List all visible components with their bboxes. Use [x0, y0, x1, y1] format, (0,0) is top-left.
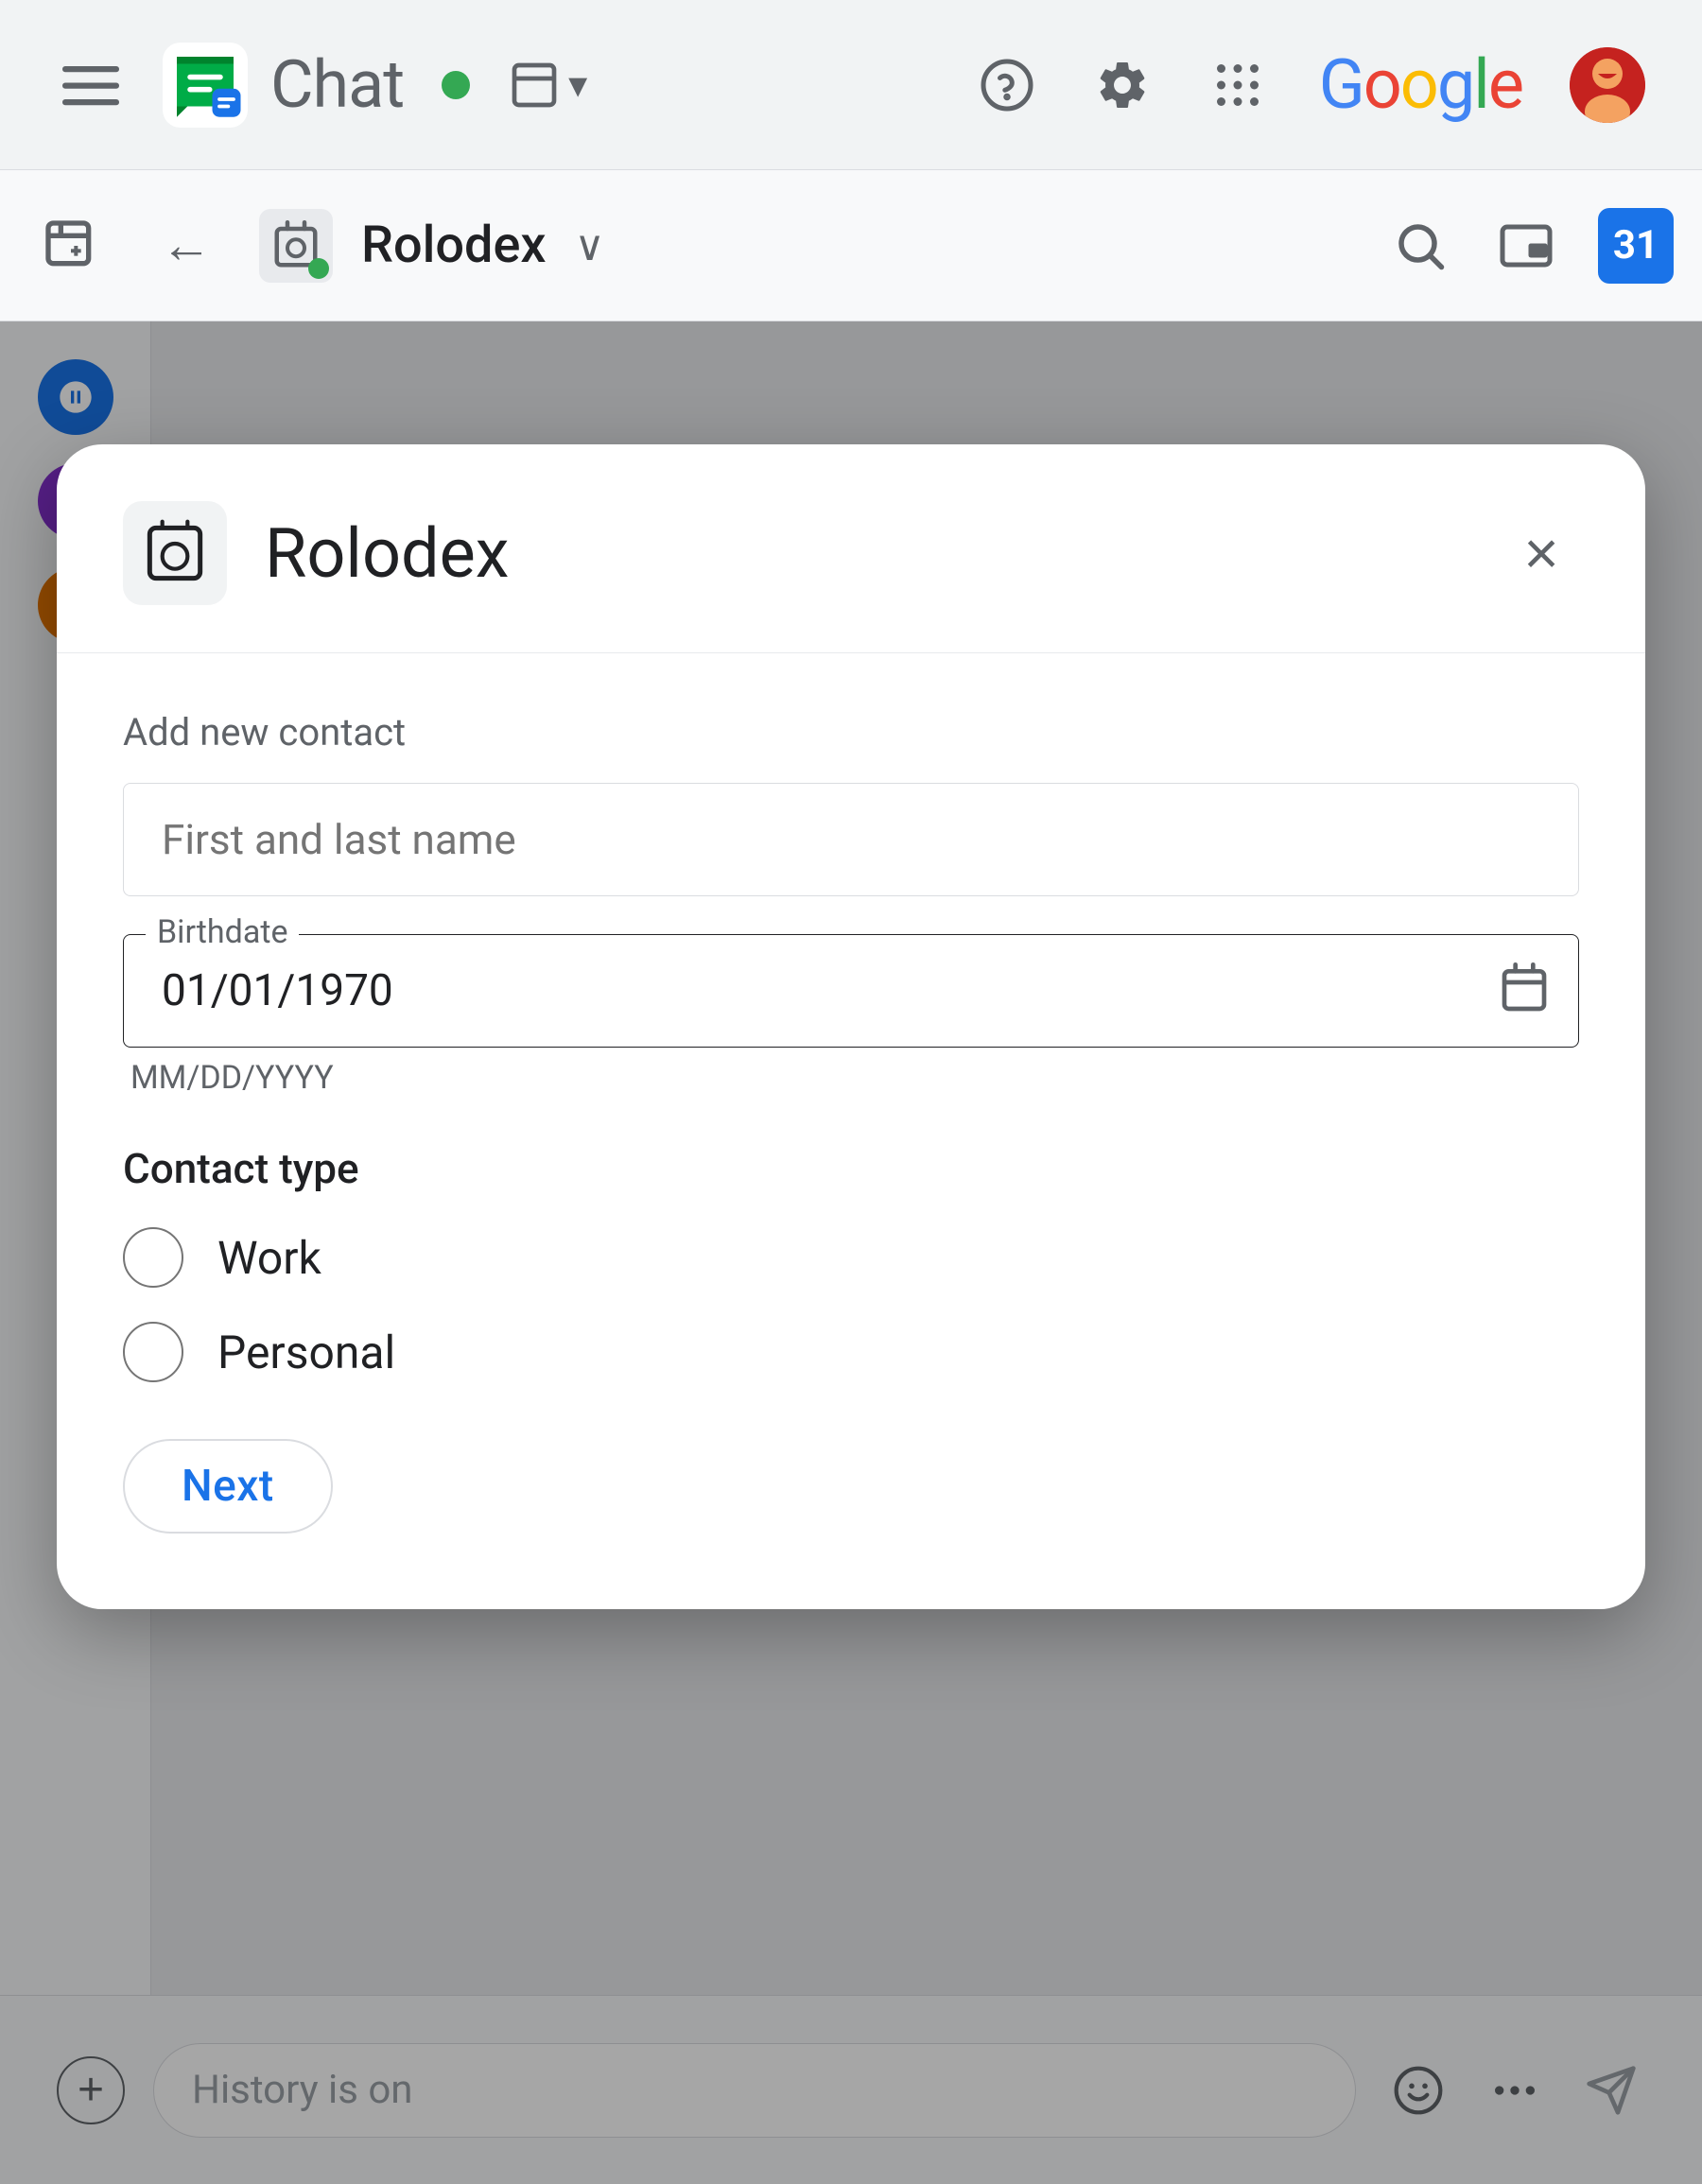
modal-overlay: Rolodex × Add new contact Birthdate: [0, 321, 1702, 2184]
calendar-badge[interactable]: 31: [1598, 208, 1674, 284]
radio-work[interactable]: Work: [123, 1227, 1579, 1288]
radio-personal-circle[interactable]: [123, 1322, 183, 1382]
rolodex-header-icon: [259, 209, 333, 283]
content-area: H P › + History is on: [0, 321, 1702, 2184]
window-chevron: ▾: [568, 62, 587, 107]
contact-type-radio-group: Work Personal: [123, 1227, 1579, 1382]
top-bar: Chat ▾: [0, 0, 1702, 170]
contact-type-label: Contact type: [123, 1144, 1579, 1193]
apps-button[interactable]: [1204, 51, 1272, 119]
birthdate-input-container[interactable]: [123, 934, 1579, 1048]
birthdate-wrapper: Birthdate: [123, 934, 1579, 1048]
modal-header: Rolodex ×: [57, 444, 1645, 653]
compose-button[interactable]: [28, 203, 113, 288]
birthdate-label: Birthdate: [146, 913, 299, 951]
back-button[interactable]: ←: [142, 197, 231, 294]
radio-work-circle[interactable]: [123, 1227, 183, 1288]
calendar-picker-button[interactable]: [1498, 962, 1551, 1019]
close-button[interactable]: ×: [1503, 515, 1579, 591]
settings-button[interactable]: [1088, 51, 1156, 119]
help-button[interactable]: [973, 51, 1041, 119]
app-logo: Chat: [163, 43, 404, 128]
search-button[interactable]: [1386, 212, 1454, 280]
google-logo: Google: [1319, 44, 1522, 125]
date-format-hint: MM/DD/YYYY: [123, 1059, 1579, 1097]
add-contact-label: Add new contact: [123, 710, 1579, 754]
secondary-header-right: 31: [1386, 208, 1674, 284]
modal-title: Rolodex: [265, 513, 1466, 594]
next-button[interactable]: Next: [123, 1439, 333, 1534]
rolodex-modal: Rolodex × Add new contact Birthdate: [57, 444, 1645, 1609]
chat-logo-icon: [163, 43, 248, 128]
picture-in-picture-button[interactable]: [1492, 212, 1560, 280]
window-toggle[interactable]: ▾: [508, 59, 587, 112]
radio-work-label: Work: [217, 1231, 321, 1285]
modal-app-icon: [123, 501, 227, 605]
birthdate-input[interactable]: [162, 965, 1540, 1016]
secondary-header: ← Rolodex ∨ 31: [0, 170, 1702, 321]
status-dot: [442, 71, 470, 99]
name-input[interactable]: [123, 783, 1579, 896]
top-bar-right: Google: [973, 44, 1645, 125]
modal-body: Add new contact Birthdate: [57, 653, 1645, 1609]
rolodex-status-badge: [308, 258, 329, 279]
app-title: Chat: [270, 46, 404, 124]
user-avatar[interactable]: [1570, 47, 1645, 123]
hamburger-button[interactable]: [57, 51, 125, 119]
radio-personal-label: Personal: [217, 1326, 395, 1379]
radio-personal[interactable]: Personal: [123, 1322, 1579, 1382]
rolodex-header-title: Rolodex: [361, 216, 547, 275]
rolodex-chevron[interactable]: ∨: [575, 221, 605, 270]
